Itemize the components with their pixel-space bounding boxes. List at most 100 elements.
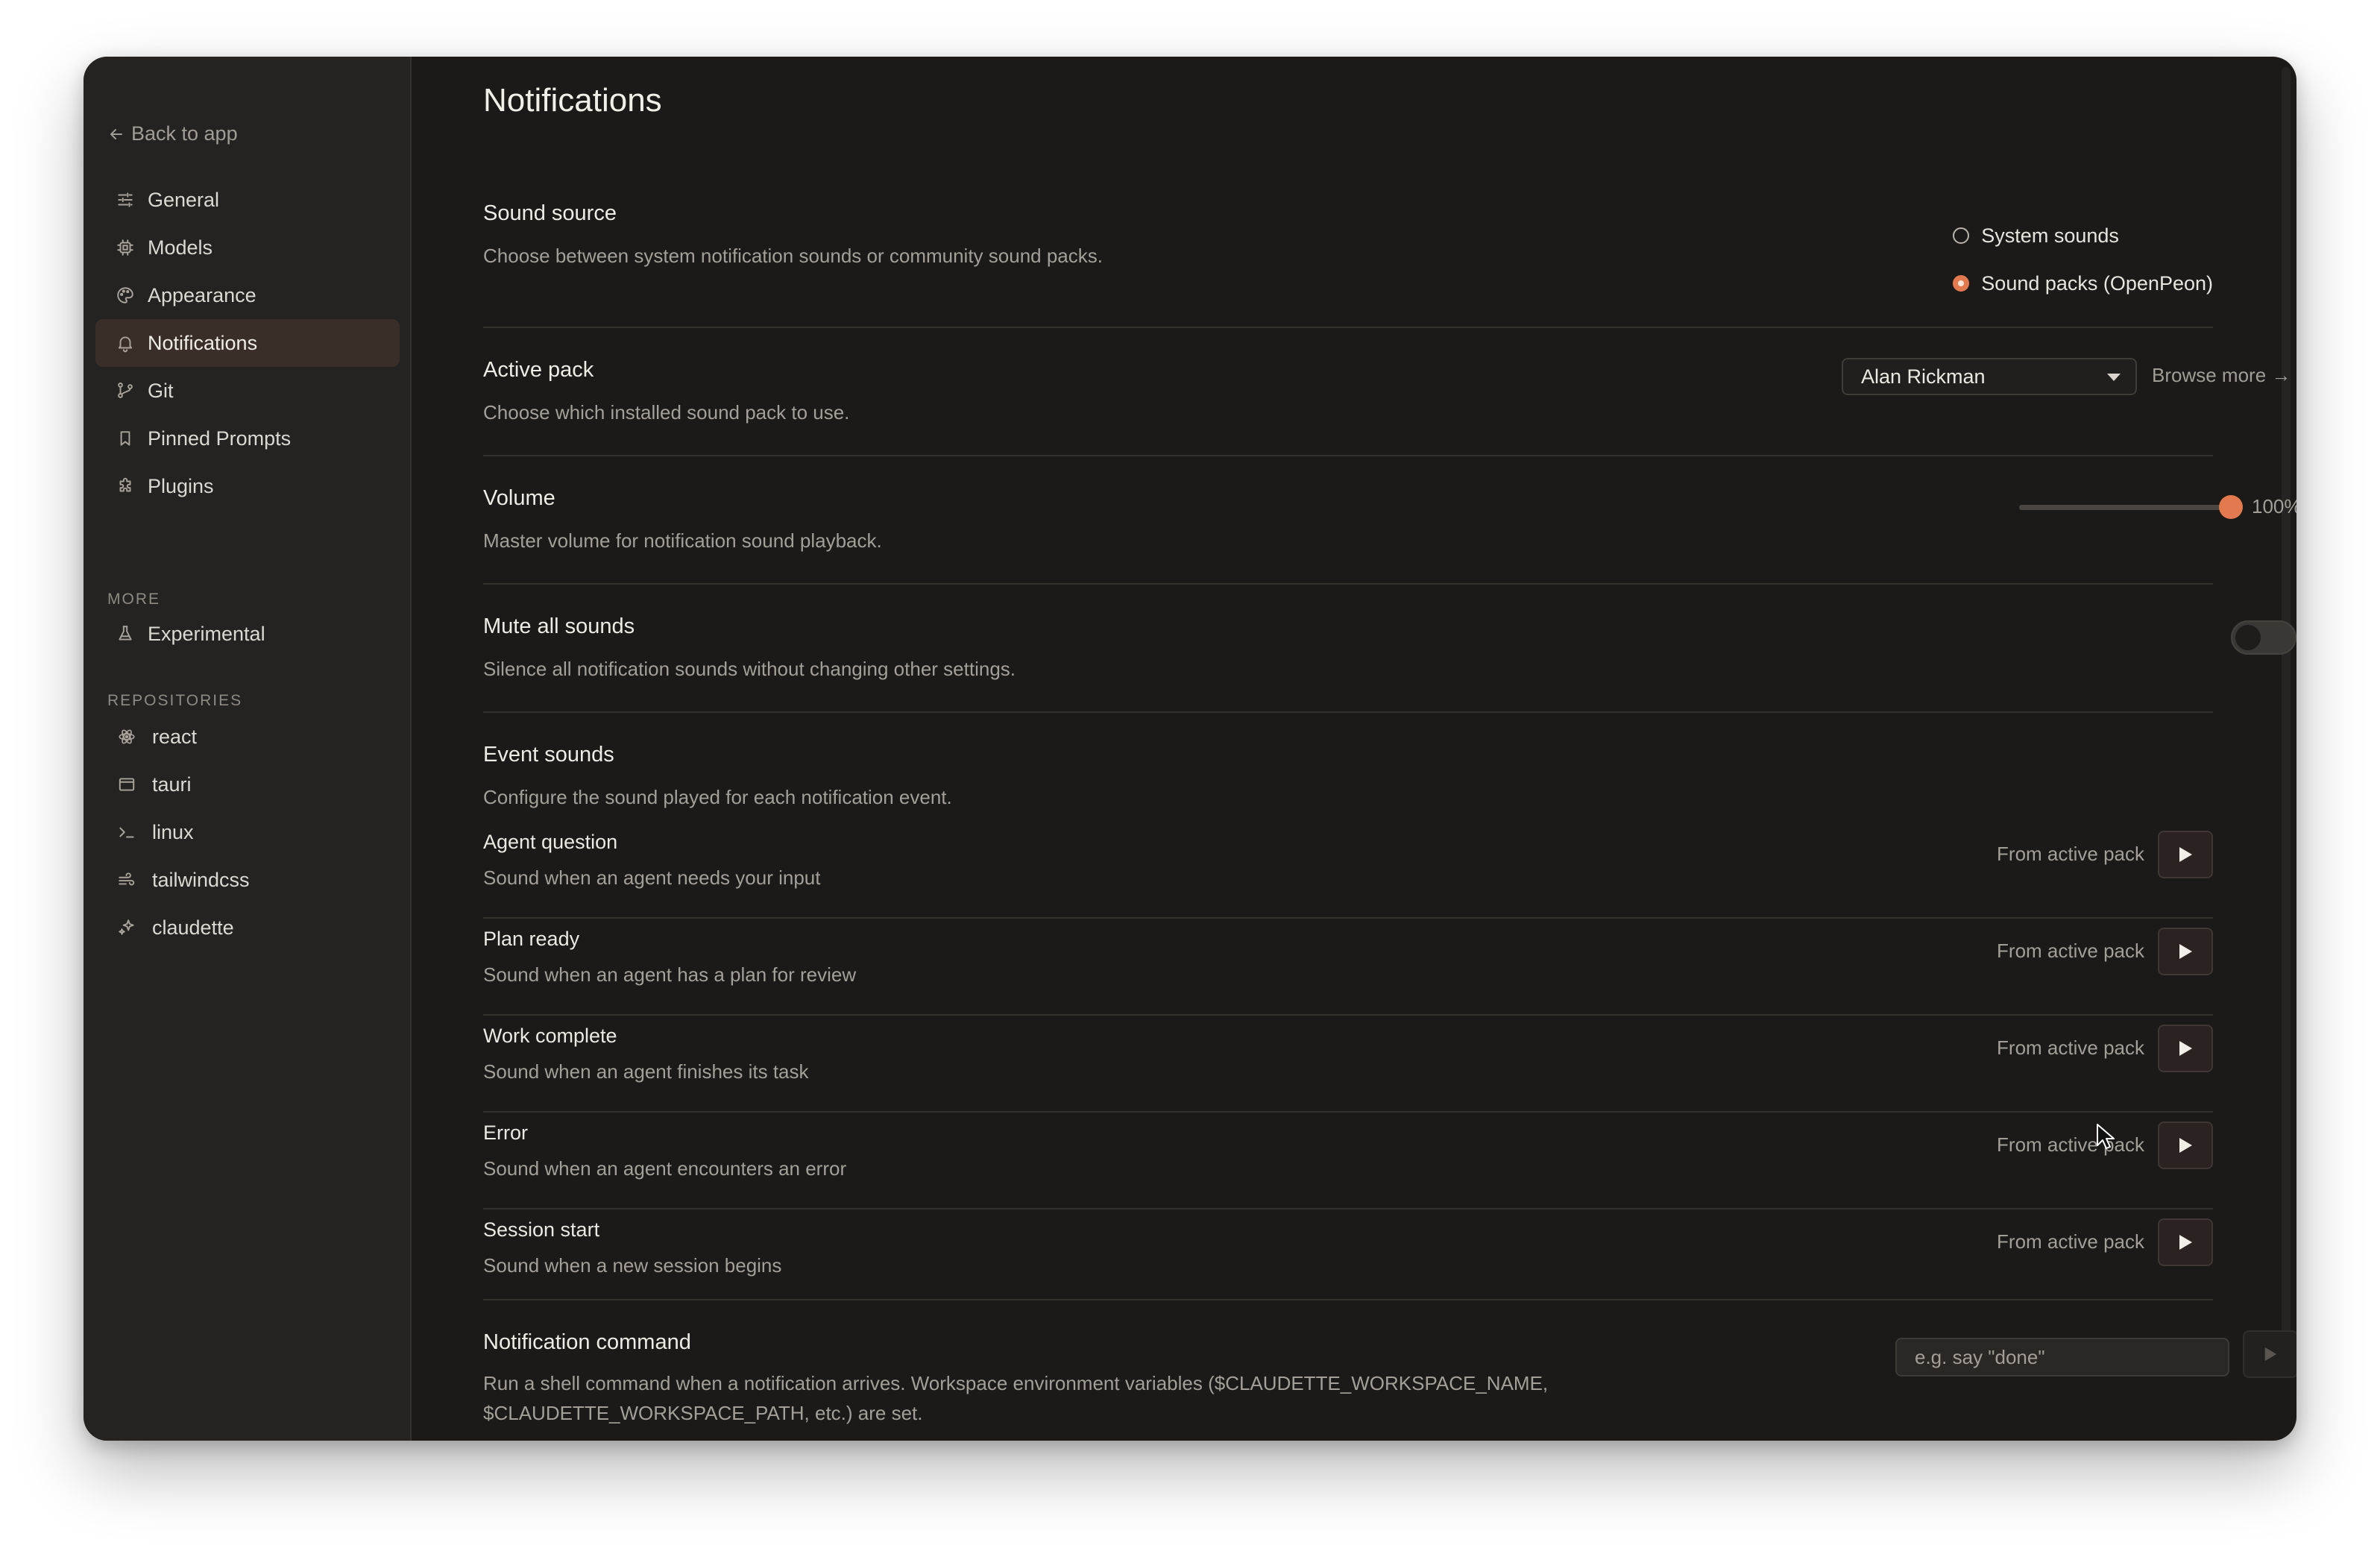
sidebar-item-label: Experimental	[148, 622, 265, 645]
radio-sound-packs[interactable]: Sound packs (OpenPeon)	[1953, 259, 2213, 307]
atom-icon	[116, 726, 137, 747]
play-icon	[2179, 1235, 2192, 1250]
scrollbar[interactable]	[2282, 67, 2291, 1366]
sidebar-item-plugins[interactable]: Plugins	[95, 462, 400, 510]
mouse-cursor-icon	[2097, 1124, 2115, 1149]
repo-label: linux	[152, 820, 194, 843]
event-source: From active pack	[1997, 1036, 2144, 1059]
event-sounds-title: Event sounds	[483, 743, 614, 767]
description-line: $CLAUDETTE_WORKSPACE_PATH, etc.) are set…	[483, 1402, 923, 1424]
browse-more-link[interactable]: Browse more →	[2152, 364, 2291, 387]
back-to-app-link[interactable]: Back to app	[107, 122, 238, 145]
window-icon	[116, 774, 137, 795]
volume-setting: Volume Master volume for notification so…	[483, 486, 2213, 556]
sidebar-item-label: Pinned Prompts	[148, 427, 292, 450]
volume-slider[interactable]	[2019, 494, 2243, 520]
repo-label: tauri	[152, 773, 192, 796]
divider	[483, 455, 2213, 456]
arrow-left-icon	[110, 128, 122, 139]
event-row-plan-ready: Plan ready Sound when an agent has a pla…	[483, 928, 2213, 1023]
divider	[483, 1111, 2213, 1113]
divider	[483, 1299, 2213, 1300]
puzzle-icon	[115, 476, 136, 497]
mute-description: Silence all notification sounds without …	[483, 658, 1016, 680]
active-pack-select[interactable]: Alan Rickman	[1842, 358, 2137, 395]
repo-label: tailwindcss	[152, 868, 250, 891]
repo-label: react	[152, 725, 198, 748]
settings-window: Back to app General Models Appearance No…	[84, 57, 2296, 1441]
mute-toggle[interactable]	[2231, 620, 2296, 655]
sound-source-radio-group: System sounds Sound packs (OpenPeon)	[1953, 212, 2213, 307]
repo-item-linux[interactable]: linux	[95, 808, 400, 856]
notification-command-description: Run a shell command when a notification …	[483, 1368, 2213, 1428]
repo-item-tailwindcss[interactable]: tailwindcss	[95, 856, 400, 904]
test-command-button[interactable]	[2243, 1330, 2296, 1378]
active-pack-description: Choose which installed sound pack to use…	[483, 401, 850, 424]
sidebar-item-pinned-prompts[interactable]: Pinned Prompts	[95, 415, 400, 462]
event-description: Sound when an agent needs your input	[483, 866, 821, 889]
radio-selected-icon	[1953, 275, 1970, 292]
mute-setting: Mute all sounds Silence all notification…	[483, 614, 2213, 684]
repositories-list: react tauri linux tailwindcss claudette	[95, 713, 400, 951]
play-button[interactable]	[2158, 1121, 2213, 1169]
event-source: From active pack	[1997, 1133, 2144, 1156]
event-row-error: Error Sound when an agent encounters an …	[483, 1121, 2213, 1217]
sidebar-item-label: Plugins	[148, 474, 214, 497]
radio-label: System sounds	[1981, 224, 2119, 247]
event-source: From active pack	[1997, 940, 2144, 962]
radio-label: Sound packs (OpenPeon)	[1981, 271, 2213, 295]
play-button[interactable]	[2158, 928, 2213, 975]
repo-item-tauri[interactable]: tauri	[95, 761, 400, 808]
wind-icon	[116, 869, 137, 890]
settings-content: Notifications Sound source Choose betwee…	[412, 57, 2296, 1441]
more-nav: Experimental	[95, 610, 400, 658]
sidebar-item-general[interactable]: General	[95, 176, 400, 224]
repositories-section-label: REPOSITORIES	[107, 692, 243, 709]
play-button[interactable]	[2158, 831, 2213, 878]
back-to-app-label: Back to app	[131, 122, 238, 145]
sidebar: Back to app General Models Appearance No…	[84, 57, 412, 1441]
event-source: From active pack	[1997, 843, 2144, 865]
slider-thumb[interactable]	[2219, 495, 2243, 519]
bell-icon	[115, 333, 136, 353]
sidebar-item-label: Git	[148, 379, 174, 402]
divider	[483, 917, 2213, 919]
event-title: Agent question	[483, 831, 618, 853]
sidebar-item-models[interactable]: Models	[95, 224, 400, 271]
volume-description: Master volume for notification sound pla…	[483, 529, 882, 552]
settings-nav: General Models Appearance Notifications …	[95, 176, 400, 510]
play-button[interactable]	[2158, 1025, 2213, 1072]
sidebar-item-git[interactable]: Git	[95, 367, 400, 415]
mute-title: Mute all sounds	[483, 614, 635, 638]
event-row-agent-question: Agent question Sound when an agent needs…	[483, 831, 2213, 926]
sidebar-item-notifications[interactable]: Notifications	[95, 319, 400, 367]
event-title: Plan ready	[483, 928, 580, 950]
event-description: Sound when an agent finishes its task	[483, 1060, 809, 1083]
flask-icon	[115, 623, 136, 644]
divider	[483, 711, 2213, 713]
more-section-label: MORE	[107, 591, 160, 608]
bookmark-icon	[115, 428, 136, 449]
play-icon	[2179, 944, 2192, 959]
sliders-icon	[115, 189, 136, 210]
notification-command-input[interactable]: e.g. say "done"	[1895, 1338, 2229, 1377]
radio-unselected-icon	[1953, 227, 1970, 244]
event-description: Sound when an agent has a plan for revie…	[483, 963, 857, 986]
page-title: Notifications	[483, 82, 662, 119]
divider	[483, 1208, 2213, 1209]
sidebar-item-experimental[interactable]: Experimental	[95, 610, 400, 658]
event-sounds-header: Event sounds Configure the sound played …	[483, 743, 2213, 812]
event-title: Session start	[483, 1218, 600, 1241]
sidebar-item-label: Notifications	[148, 331, 258, 354]
terminal-icon	[116, 822, 137, 843]
repo-item-react[interactable]: react	[95, 713, 400, 761]
repo-item-claudette[interactable]: claudette	[95, 904, 400, 951]
volume-title: Volume	[483, 486, 555, 510]
sidebar-item-label: Models	[148, 236, 213, 259]
radio-system-sounds[interactable]: System sounds	[1953, 212, 2213, 259]
volume-value: 100%	[2252, 495, 2296, 517]
play-icon	[2179, 1041, 2192, 1056]
sidebar-item-appearance[interactable]: Appearance	[95, 271, 400, 319]
play-button[interactable]	[2158, 1218, 2213, 1266]
event-title: Work complete	[483, 1025, 617, 1047]
